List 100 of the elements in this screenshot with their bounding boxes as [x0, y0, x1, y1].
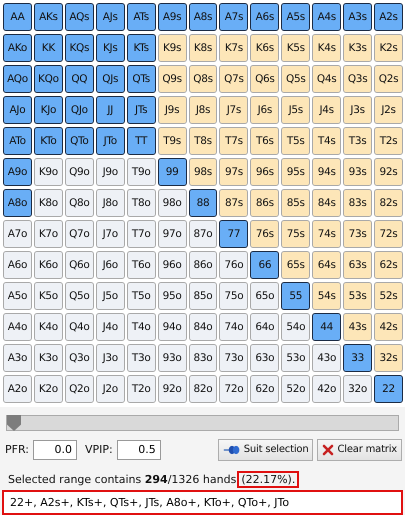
hand-cell[interactable]: T7s	[219, 127, 248, 155]
hand-cell[interactable]: 42o	[312, 375, 342, 403]
hand-cell[interactable]: K6s	[250, 34, 280, 62]
hand-cell[interactable]: Q7s	[219, 65, 248, 93]
hand-cell[interactable]: 76s	[250, 220, 280, 248]
hand-cell[interactable]: Q4s	[312, 65, 342, 93]
hand-cell[interactable]: T4s	[312, 127, 342, 155]
hand-cell[interactable]: J5s	[281, 96, 310, 124]
hand-cell[interactable]: K4s	[312, 34, 342, 62]
hand-cell[interactable]: JTo	[96, 127, 125, 155]
hand-cell[interactable]: 97s	[219, 158, 248, 186]
hand-cell[interactable]: J4o	[96, 313, 125, 341]
hand-cell[interactable]: 72o	[219, 375, 248, 403]
hand-cell[interactable]: TT	[126, 127, 156, 155]
hand-cell[interactable]: Q9s	[158, 65, 187, 93]
hand-cell[interactable]: A5s	[281, 3, 310, 31]
hand-cell[interactable]: 63o	[250, 344, 280, 372]
hand-cell[interactable]: 93s	[343, 158, 372, 186]
hand-cell[interactable]: K9s	[158, 34, 187, 62]
hand-cell[interactable]: 88	[188, 189, 218, 217]
hand-cell[interactable]: A3o	[3, 344, 32, 372]
hand-cell[interactable]: 82s	[374, 189, 403, 217]
hand-cell[interactable]: 95s	[281, 158, 310, 186]
hand-cell[interactable]: QTo	[64, 127, 94, 155]
hand-cell[interactable]: 98s	[188, 158, 218, 186]
hand-cell[interactable]: KJo	[34, 96, 63, 124]
clear-matrix-button[interactable]: Clear matrix	[317, 438, 402, 461]
hand-cell[interactable]: 64s	[312, 251, 342, 279]
suit-selection-button[interactable]: Suit selection	[218, 438, 314, 461]
hand-cell[interactable]: T5s	[281, 127, 310, 155]
hand-cell[interactable]: 65s	[281, 251, 310, 279]
hand-cell[interactable]: A7s	[219, 3, 248, 31]
hand-cell[interactable]: Q3s	[343, 65, 372, 93]
range-input-field[interactable]: 22+, A2s+, KTs+, QTs+, JTs, A8o+, KTo+, QTo+, JTo	[2, 490, 403, 515]
hand-cell[interactable]: 84o	[188, 313, 218, 341]
hand-cell[interactable]: K8o	[34, 189, 63, 217]
hand-cell[interactable]: J5o	[96, 282, 125, 310]
hand-cell[interactable]: 92s	[374, 158, 403, 186]
hand-cell[interactable]: K2s	[374, 34, 403, 62]
hand-cell[interactable]: 53s	[343, 282, 372, 310]
range-slider[interactable]	[6, 415, 399, 431]
hand-cell[interactable]: T6o	[126, 251, 156, 279]
hand-cell[interactable]: K9o	[34, 158, 63, 186]
hand-cell[interactable]: T8s	[188, 127, 218, 155]
hand-cell[interactable]: QJo	[64, 96, 94, 124]
hand-cell[interactable]: 83s	[343, 189, 372, 217]
hand-cell[interactable]: 33	[343, 344, 372, 372]
hand-cell[interactable]: 75s	[281, 220, 310, 248]
hand-cell[interactable]: 98o	[158, 189, 187, 217]
hand-cell[interactable]: KK	[34, 34, 63, 62]
hand-cell[interactable]: 75o	[219, 282, 248, 310]
hand-cell[interactable]: 62s	[374, 251, 403, 279]
hand-cell[interactable]: 32s	[374, 344, 403, 372]
hand-cell[interactable]: J6s	[250, 96, 280, 124]
hand-cell[interactable]: 86o	[188, 251, 218, 279]
hand-cell[interactable]: AQo	[3, 65, 32, 93]
hand-cell[interactable]: J9o	[96, 158, 125, 186]
hand-cell[interactable]: 55	[281, 282, 310, 310]
hand-cell[interactable]: T4o	[126, 313, 156, 341]
hand-cell[interactable]: J3s	[343, 96, 372, 124]
hand-cell[interactable]: A4s	[312, 3, 342, 31]
hand-cell[interactable]: 77	[219, 220, 248, 248]
hand-cell[interactable]: 62o	[250, 375, 280, 403]
hand-cell[interactable]: J6o	[96, 251, 125, 279]
hand-cell[interactable]: T6s	[250, 127, 280, 155]
hand-cell[interactable]: A9s	[158, 3, 187, 31]
hand-cell[interactable]: A6o	[3, 251, 32, 279]
hand-cell[interactable]: 99	[158, 158, 187, 186]
hand-cell[interactable]: 97o	[158, 220, 187, 248]
hand-cell[interactable]: K5s	[281, 34, 310, 62]
hand-cell[interactable]: 85s	[281, 189, 310, 217]
hand-cell[interactable]: J7o	[96, 220, 125, 248]
hand-cell[interactable]: A4o	[3, 313, 32, 341]
hand-cell[interactable]: J2s	[374, 96, 403, 124]
hand-cell[interactable]: T5o	[126, 282, 156, 310]
hand-cell[interactable]: JTs	[126, 96, 156, 124]
hand-cell[interactable]: T9o	[126, 158, 156, 186]
hand-cell[interactable]: A6s	[250, 3, 280, 31]
slider-thumb[interactable]	[7, 415, 21, 431]
hand-cell[interactable]: KTs	[126, 34, 156, 62]
hand-cell[interactable]: ATs	[126, 3, 156, 31]
hand-cell[interactable]: 96o	[158, 251, 187, 279]
hand-cell[interactable]: Q8o	[64, 189, 94, 217]
hand-cell[interactable]: 66	[250, 251, 280, 279]
hand-cell[interactable]: KJs	[96, 34, 125, 62]
hand-cell[interactable]: Q2o	[64, 375, 94, 403]
hand-cell[interactable]: 85o	[188, 282, 218, 310]
hand-cell[interactable]: AKo	[3, 34, 32, 62]
hand-cell[interactable]: AJs	[96, 3, 125, 31]
hand-cell[interactable]: J3o	[96, 344, 125, 372]
hand-cell[interactable]: KQs	[64, 34, 94, 62]
hand-cell[interactable]: 92o	[158, 375, 187, 403]
hand-cell[interactable]: 84s	[312, 189, 342, 217]
hand-cell[interactable]: K8s	[188, 34, 218, 62]
hand-cell[interactable]: KQo	[34, 65, 63, 93]
hand-cell[interactable]: QJs	[96, 65, 125, 93]
hand-cell[interactable]: T3s	[343, 127, 372, 155]
hand-cell[interactable]: Q7o	[64, 220, 94, 248]
hand-cell[interactable]: J8o	[96, 189, 125, 217]
hand-cell[interactable]: 42s	[374, 313, 403, 341]
